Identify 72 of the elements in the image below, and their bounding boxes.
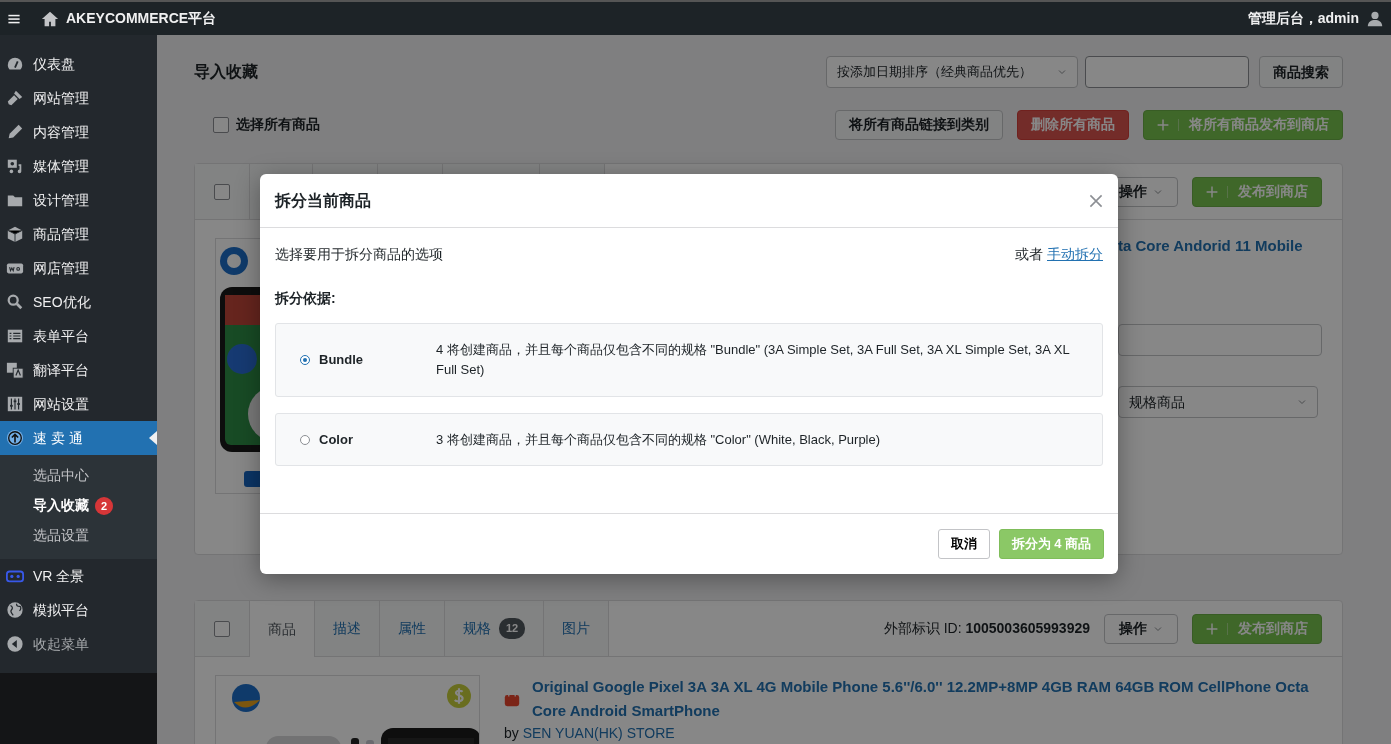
- page-title: 导入收藏: [194, 62, 258, 82]
- manual-split-link[interactable]: 手动拆分: [1047, 243, 1103, 265]
- sidebar-item[interactable]: 模拟平台: [0, 593, 157, 627]
- sidebar-item[interactable]: 网店管理: [0, 251, 157, 285]
- upload-icon: [6, 429, 24, 447]
- search-field[interactable]: [1085, 56, 1249, 88]
- caret-icon: [1057, 67, 1067, 77]
- option-description: 3 将创建商品，并且每个商品仅包含不同的规格 "Color" (White, Black, Purple): [436, 430, 881, 449]
- submenu-item[interactable]: 导入收藏 2: [0, 491, 157, 521]
- search-icon: [6, 293, 24, 311]
- caret-icon: [1297, 397, 1307, 407]
- checkbox[interactable]: [214, 620, 230, 637]
- option-description: 4 将创建商品，并且每个商品仅包含不同的规格 "Bundle" (3A Simple Set, 3A Full Set, 3A XL Simple Set, 3A XL Full Set): [436, 341, 1071, 379]
- option-name: Bundle: [319, 351, 365, 370]
- sidebar-item[interactable]: 表单平台: [0, 319, 157, 353]
- checkbox[interactable]: [213, 116, 229, 133]
- tab[interactable]: 商品: [250, 601, 315, 657]
- sidebar-item[interactable]: 速 卖 通: [0, 421, 157, 455]
- count-badge: 12: [499, 618, 526, 639]
- link-category-button[interactable]: 将所有商品链接到类别: [835, 109, 1003, 140]
- sidebar-item[interactable]: 翻译平台: [0, 353, 157, 387]
- prompt-text: 选择要用于拆分商品的选项: [275, 244, 443, 264]
- user-menu[interactable]: 管理后台，admin: [1247, 8, 1359, 29]
- dollar-icon: [447, 684, 471, 708]
- media-icon: [6, 157, 24, 175]
- form-icon: [6, 327, 24, 345]
- sidebar-item[interactable]: 媒体管理: [0, 149, 157, 183]
- plus-icon: [1157, 118, 1169, 131]
- external-id-text: 外部标识 ID: 1005003605993929: [883, 619, 1090, 638]
- sort-select[interactable]: 按添加日期排序（经典商品优先）: [826, 56, 1078, 88]
- cancel-button[interactable]: 取消: [937, 529, 990, 559]
- type-select[interactable]: 规格商品: [1118, 386, 1318, 418]
- box-icon: [6, 225, 24, 243]
- sidebar-item[interactable]: 内容管理: [0, 115, 157, 149]
- sidebar-item[interactable]: VR 全景: [0, 559, 157, 593]
- site-title[interactable]: AKEYCOMMERCE平台: [66, 8, 217, 29]
- plus-icon: [1206, 185, 1218, 198]
- text-field[interactable]: [1118, 324, 1322, 356]
- pencil-icon: [6, 123, 24, 141]
- submenu-item[interactable]: 选品中心: [0, 461, 157, 491]
- count-badge: 2: [95, 497, 113, 515]
- option-card[interactable]: Color 3 将创建商品，并且每个商品仅包含不同的规格 "Color" (White, Black, Purple): [275, 413, 1103, 466]
- sidebar-item[interactable]: 设计管理: [0, 183, 157, 217]
- checkbox[interactable]: [214, 183, 230, 200]
- close-icon[interactable]: [1088, 192, 1104, 209]
- sidebar-item[interactable]: 仪表盘: [0, 47, 157, 81]
- modal-title: 拆分当前商品: [275, 190, 371, 211]
- alt-prefix-text: 或者: [1015, 244, 1043, 264]
- sidebar-item[interactable]: SEO优化: [0, 285, 157, 319]
- checkbox-label: 选择所有商品: [236, 115, 320, 134]
- radio-button[interactable]: [300, 355, 310, 365]
- actions-dropdown[interactable]: 操作: [1104, 613, 1178, 644]
- globe-icon: [6, 601, 24, 619]
- by-label: by: [504, 725, 520, 741]
- option-card[interactable]: Bundle 4 将创建商品，并且每个商品仅包含不同的规格 "Bundle" (3A Simple Set, 3A Full Set, 3A XL Simple Set, 3A XL Full Set): [275, 323, 1103, 397]
- brush-icon: [6, 89, 24, 107]
- sidebar-item[interactable]: 网站管理: [0, 81, 157, 115]
- plus-icon: [1206, 622, 1218, 635]
- tab[interactable]: 规格 12: [445, 601, 545, 656]
- collapse-menu-item[interactable]: 收起菜单: [0, 627, 157, 661]
- sliders-icon: [6, 395, 24, 413]
- translate-icon: [6, 361, 24, 379]
- submenu-item[interactable]: 选品设置: [0, 521, 157, 551]
- radio-button[interactable]: [300, 434, 310, 445]
- sidebar-item[interactable]: 商品管理: [0, 217, 157, 251]
- split-by-label: 拆分依据:: [275, 289, 337, 308]
- home-icon[interactable]: [41, 9, 59, 28]
- search-button[interactable]: 商品搜索: [1259, 56, 1343, 88]
- collapse-icon: [6, 635, 24, 653]
- user-icon: [1366, 9, 1384, 28]
- option-name: Color: [319, 430, 354, 449]
- sidebar-item[interactable]: 网站设置: [0, 387, 157, 421]
